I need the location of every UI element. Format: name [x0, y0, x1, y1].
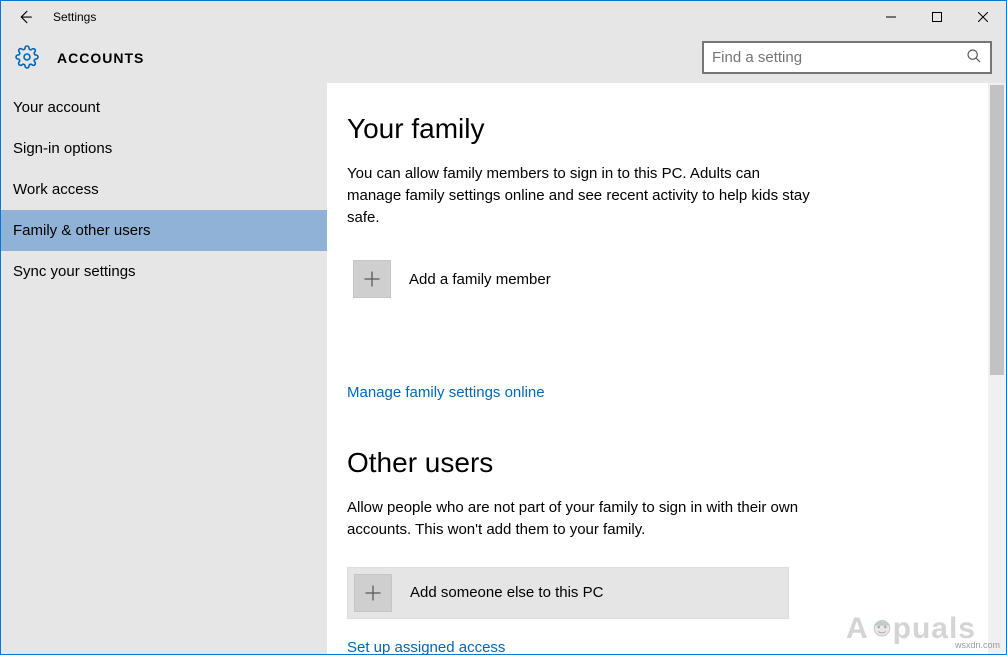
sidebar-item-work-access[interactable]: Work access [1, 169, 327, 210]
sidebar: Your account Sign-in options Work access… [1, 83, 327, 654]
body: Your account Sign-in options Work access… [1, 83, 1006, 654]
manage-family-link[interactable]: Manage family settings online [347, 384, 968, 401]
add-family-label: Add a family member [409, 271, 551, 288]
scrollbar-thumb[interactable] [990, 85, 1004, 375]
brand-prefix: A [846, 612, 869, 646]
sidebar-item-your-account[interactable]: Your account [1, 87, 327, 128]
section-title: ACCOUNTS [57, 50, 144, 66]
close-button[interactable] [960, 1, 1006, 33]
back-button[interactable] [1, 1, 49, 33]
maximize-icon [932, 12, 942, 22]
maximize-button[interactable] [914, 1, 960, 33]
brand-face-icon [869, 614, 895, 648]
header: ACCOUNTS [1, 33, 1006, 83]
other-users-description: Allow people who are not part of your fa… [347, 497, 817, 541]
window-controls [868, 1, 1006, 33]
other-users-heading: Other users [347, 447, 968, 479]
close-icon [978, 12, 988, 22]
search-input[interactable] [712, 49, 966, 66]
search-icon [966, 48, 982, 68]
content-scroll: Your family You can allow family members… [327, 83, 988, 654]
minimize-button[interactable] [868, 1, 914, 33]
titlebar: Settings [1, 1, 1006, 33]
add-someone-label: Add someone else to this PC [410, 584, 603, 601]
minimize-icon [886, 12, 896, 22]
sidebar-item-family-other-users[interactable]: Family & other users [1, 210, 327, 251]
content-area: Your family You can allow family members… [327, 83, 1006, 654]
family-description: You can allow family members to sign in … [347, 163, 817, 228]
scrollbar-track[interactable] [988, 83, 1006, 654]
search-box[interactable] [702, 41, 992, 74]
plus-icon [354, 574, 392, 612]
add-someone-else-button[interactable]: Add someone else to this PC [347, 567, 789, 619]
family-heading: Your family [347, 113, 968, 145]
add-family-member-button[interactable]: Add a family member [347, 254, 789, 304]
window-title: Settings [53, 10, 96, 24]
plus-icon [353, 260, 391, 298]
sidebar-item-signin-options[interactable]: Sign-in options [1, 128, 327, 169]
gear-icon [15, 45, 39, 72]
arrow-left-icon [16, 8, 34, 26]
sidebar-item-sync-settings[interactable]: Sync your settings [1, 251, 327, 292]
watermark-text: wsxdn.com [955, 640, 1000, 650]
